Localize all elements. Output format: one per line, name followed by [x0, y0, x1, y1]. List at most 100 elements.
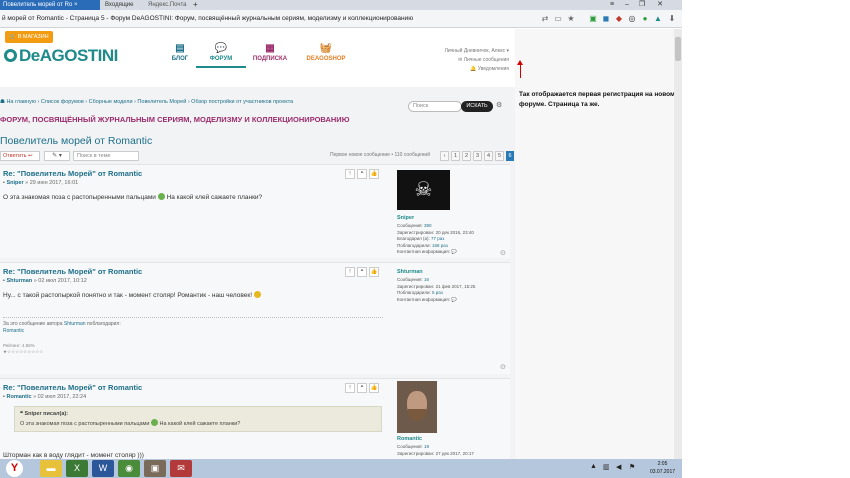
post-title[interactable]: Re: "Повелитель Морей" от Romantic — [3, 383, 142, 392]
post-2: Re: "Повелитель Морей" от Romantic ▪ Sht… — [0, 262, 510, 374]
url-field[interactable]: й морей от Romantic - Страница 5 - Форум… — [2, 14, 537, 24]
post-body: Шторман как в воду глядит - момент столя… — [3, 452, 144, 459]
page-2[interactable]: 2 — [462, 151, 471, 161]
private-messages-link[interactable]: ✉ Личные сообщения — [445, 56, 509, 65]
red-arrow-line — [520, 64, 521, 78]
app-icon-media[interactable]: ▣ — [144, 460, 166, 477]
yandex-start-button[interactable]: Y — [6, 460, 23, 477]
nav-forum[interactable]: 💬 ФОРУМ — [196, 42, 246, 68]
quote-block: ❝ Sniper писал(а): О эта знакомая поза с… — [14, 406, 382, 432]
scrollbar-thumb[interactable] — [675, 37, 681, 61]
rating-stars[interactable]: ★☆☆☆☆☆☆☆☆☆ — [3, 349, 43, 355]
shop-button[interactable]: 🛒 В МАГАЗИН — [5, 31, 53, 43]
quote-icon[interactable]: ❝ — [357, 169, 367, 179]
tab-inbox[interactable]: Входящие — [102, 0, 142, 10]
advanced-search-gear-icon[interactable]: ⚙ — [496, 101, 502, 109]
back-to-top-icon[interactable]: ⊙ — [500, 249, 506, 257]
notifications-link[interactable]: 🔔 Уведомления — [445, 65, 509, 74]
back-to-top-icon[interactable]: ⊙ — [500, 363, 506, 371]
tray-up-arrow-icon[interactable]: ▲ — [590, 463, 597, 470]
download-icon[interactable]: ⬇ — [667, 14, 677, 24]
like-icon[interactable]: 👍 — [369, 169, 379, 179]
post-username[interactable]: Sniper — [397, 215, 414, 221]
page-1[interactable]: 1 — [451, 151, 460, 161]
avatar-photo[interactable] — [397, 381, 437, 433]
menu-icon[interactable]: ≡ — [606, 0, 618, 10]
user-stats: Сообщения: 16 Зарегистрирован: 21 фев 20… — [397, 277, 476, 302]
tray-flag-icon[interactable]: ⚑ — [629, 463, 635, 471]
avatar-pirate[interactable]: ☠ — [397, 170, 450, 210]
smile-icon — [157, 193, 165, 200]
extension-icon-3[interactable]: ◆ — [614, 14, 624, 24]
nav-deagoshop[interactable]: 🧺 DEAGOSHOP — [301, 42, 351, 62]
translate-icon[interactable]: ⇄ — [540, 14, 550, 24]
contact-icon[interactable]: 💬 — [451, 297, 457, 302]
tray-volume-icon[interactable]: ◀ — [616, 463, 621, 471]
browser-tab-bar: Повелитель морей от Ro × Входящие Яндекс… — [0, 0, 682, 10]
extension-icon-6[interactable]: ▲ — [653, 14, 663, 24]
search-input[interactable]: Поиск — [408, 101, 462, 112]
file-explorer-icon[interactable]: ▬ — [40, 460, 62, 477]
address-bar: й морей от Romantic - Страница 5 - Форум… — [0, 10, 682, 28]
page-prev[interactable]: ‹ — [440, 151, 449, 161]
tray-network-icon[interactable]: ▥ — [603, 463, 610, 471]
grin-icon — [253, 291, 261, 298]
reply-arrow-icon: ↩ — [28, 153, 33, 159]
page-6-current[interactable]: 6 — [506, 151, 514, 161]
post-3: Re: "Повелитель Морей" от Romantic ▪ Rom… — [0, 378, 510, 459]
user-dropdown[interactable]: Личный Дневничок, Алекс ▾ — [445, 47, 509, 56]
tab-yandex-mail[interactable]: Яндекс.Почта — [145, 0, 187, 10]
close-window-icon[interactable]: ✕ — [654, 0, 666, 10]
extension-icon-5[interactable]: ● — [640, 14, 650, 24]
site-logo[interactable]: DeAGOSTINI — [4, 46, 118, 66]
post-username[interactable]: Shturman — [397, 269, 423, 275]
quote-icon[interactable]: ❝ — [357, 267, 367, 277]
topic-toolbar: Ответить ↩ ✎ ▾ Поиск в теме Первое новое… — [0, 151, 515, 163]
app-icon-green[interactable]: ◉ — [118, 460, 140, 477]
taskbar-clock[interactable]: 2:05 03.07.2017 — [645, 460, 680, 476]
like-icon[interactable]: 👍 — [369, 383, 379, 393]
word-icon[interactable]: W — [92, 460, 114, 477]
post-separator — [3, 317, 383, 318]
breadcrumb[interactable]: ☗ На главную › Список форумов › Сборные … — [0, 99, 410, 105]
search-button[interactable]: ИСКАТЬ — [461, 101, 493, 112]
post-meta: ▪ Shturman » 02 июл 2017, 10:12 — [3, 278, 87, 284]
page-scrollbar[interactable] — [674, 29, 682, 459]
report-icon[interactable]: ! — [345, 383, 355, 393]
restore-icon[interactable]: ❐ — [636, 0, 648, 10]
page-4[interactable]: 4 — [484, 151, 493, 161]
excel-icon[interactable]: X — [66, 460, 88, 477]
post-title[interactable]: Re: "Повелитель Морей" от Romantic — [3, 169, 142, 178]
nav-subscription[interactable]: ▦ ПОДПИСКА — [245, 42, 295, 62]
post-body: О эта знакомая поза с растопыренными пал… — [3, 193, 263, 201]
page-5[interactable]: 5 — [495, 151, 504, 161]
topic-search-input[interactable]: Поиск в теме — [73, 151, 139, 161]
bookmark-star-icon[interactable]: ★ — [566, 14, 576, 24]
post-author[interactable]: Sniper — [6, 180, 23, 186]
new-tab-button[interactable]: + — [190, 0, 200, 10]
extension-icon-2[interactable]: ◼ — [601, 14, 611, 24]
topic-title[interactable]: Повелитель морей от Romantic — [0, 135, 152, 147]
app-icon-red[interactable]: ✉ — [170, 460, 192, 477]
contact-icon[interactable]: 💬 — [451, 249, 457, 254]
report-icon[interactable]: ! — [345, 267, 355, 277]
minimize-icon[interactable]: – — [621, 0, 633, 10]
post-author[interactable]: Shturman — [6, 278, 32, 284]
topic-tools-button[interactable]: ✎ ▾ — [44, 151, 70, 161]
extension-icon[interactable]: ▣ — [588, 14, 598, 24]
post-body: Ну... с такой растопыркой понятно и так … — [3, 291, 261, 299]
avatar-beard — [408, 409, 426, 421]
chat-bubbles-icon: 💬 — [214, 43, 228, 54]
like-icon[interactable]: 👍 — [369, 267, 379, 277]
reply-button[interactable]: Ответить ↩ — [0, 151, 40, 161]
post-username[interactable]: Romantic — [397, 436, 422, 442]
report-icon[interactable]: ! — [345, 169, 355, 179]
extension-icon-4[interactable]: ◎ — [627, 14, 637, 24]
reader-icon[interactable]: ▭ — [553, 14, 563, 24]
post-title[interactable]: Re: "Повелитель Морей" от Romantic — [3, 267, 142, 276]
tab-forum[interactable]: Повелитель морей от Ro × — [0, 0, 100, 10]
post-author[interactable]: Romantic — [6, 394, 31, 400]
post-icon: ▪ — [3, 278, 5, 284]
quote-icon[interactable]: ❝ — [357, 383, 367, 393]
page-3[interactable]: 3 — [473, 151, 482, 161]
